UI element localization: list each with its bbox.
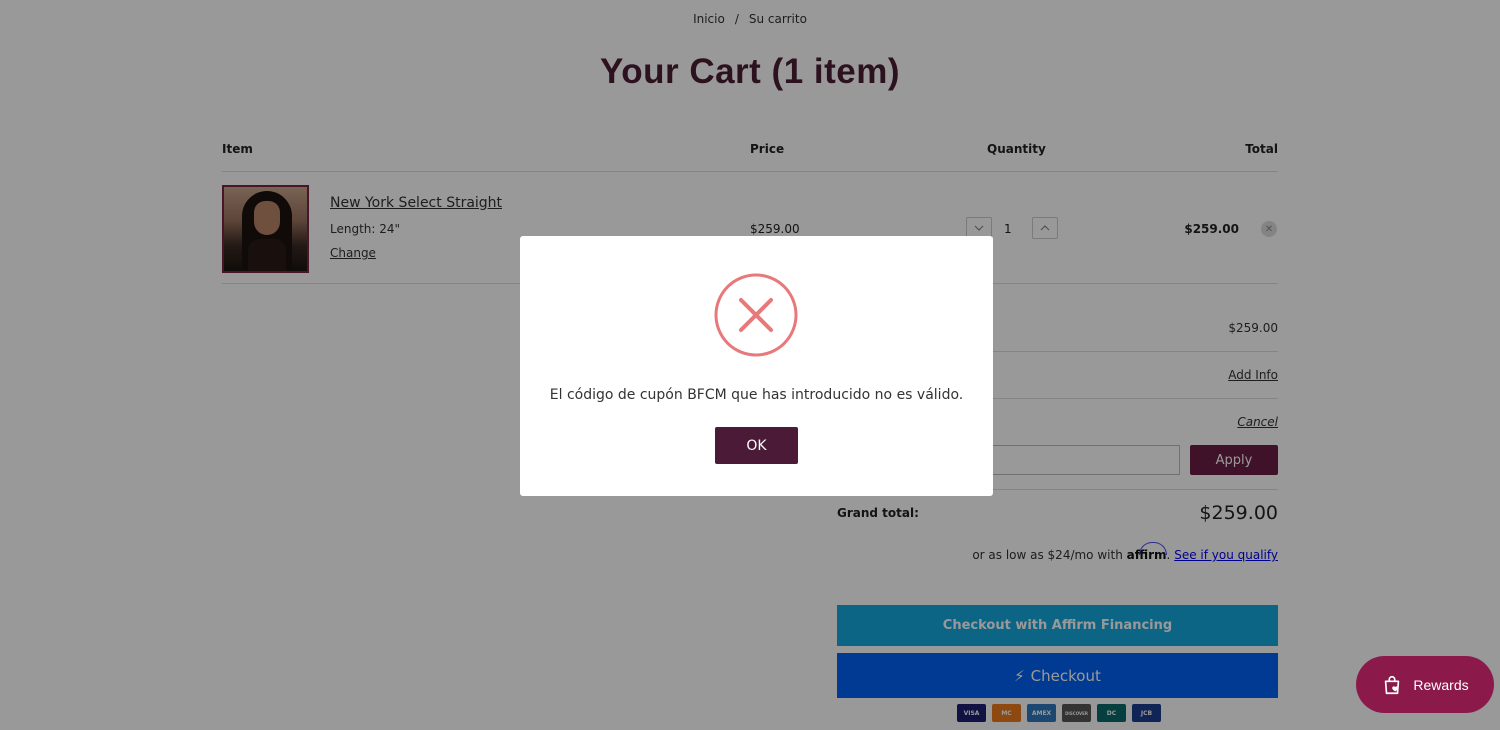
dialog-message: El código de cupón BFCM que has introduc… (549, 387, 964, 403)
error-x-icon (714, 273, 798, 357)
shopping-bag-heart-icon (1381, 674, 1403, 696)
rewards-button[interactable]: Rewards (1356, 656, 1494, 713)
rewards-label: Rewards (1413, 676, 1469, 693)
error-dialog: El código de cupón BFCM que has introduc… (520, 236, 993, 496)
ok-button[interactable]: OK (715, 427, 798, 464)
